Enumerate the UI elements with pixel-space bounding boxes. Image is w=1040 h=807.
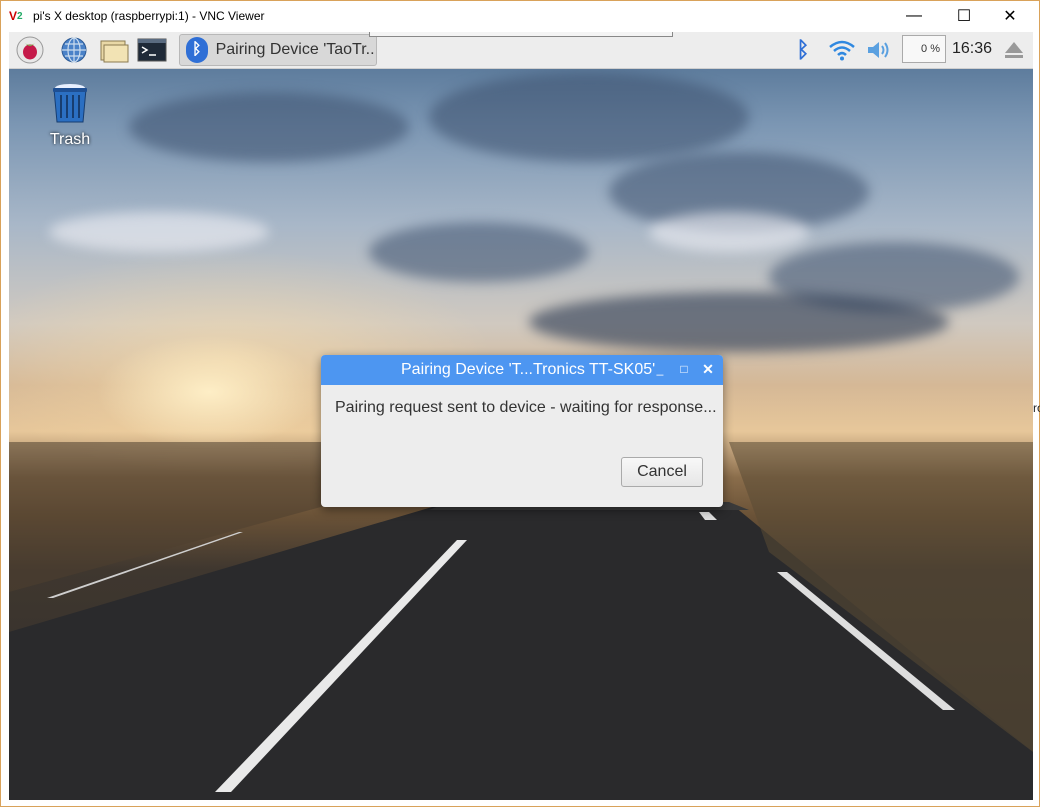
menu-popup-edge [369, 32, 673, 37]
taskbar-item-label: Pairing Device 'TaoTr... [215, 41, 376, 58]
wifi-icon[interactable] [827, 37, 857, 63]
desktop-icon-trash[interactable]: Trash [45, 80, 95, 149]
volume-icon[interactable] [864, 37, 894, 63]
dialog-minimize-button[interactable]: _ [652, 361, 668, 377]
cancel-button[interactable]: Cancel [621, 457, 703, 487]
taskbar-item-pairing-device[interactable]: ᛒ Pairing Device 'TaoTr... [179, 34, 377, 66]
dialog-message: Pairing request sent to device - waiting… [335, 399, 717, 416]
window-title: pi's X desktop (raspberrypi:1) - VNC Vie… [33, 9, 265, 23]
dialog-maximize-button[interactable]: □ [676, 361, 692, 377]
panel-taskbar: ᛒ Pairing Device 'TaoTr... ᛒ 0 % 16:36 [9, 32, 1033, 69]
file-manager-icon[interactable] [99, 35, 129, 65]
terminal-icon[interactable] [137, 35, 167, 65]
bluetooth-tray-icon[interactable]: ᛒ [791, 37, 815, 63]
eject-icon[interactable] [1002, 38, 1026, 62]
cpu-usage-monitor[interactable]: 0 % [902, 35, 946, 63]
dialog-close-button[interactable]: ✕ [700, 361, 716, 377]
web-browser-icon[interactable] [59, 35, 89, 65]
remote-desktop[interactable]: ᛒ Pairing Device 'TaoTr... ᛒ 0 % 16:36 T… [9, 32, 1033, 800]
background-window-fragment: ro [1033, 401, 1040, 415]
trash-label: Trash [49, 131, 91, 148]
trash-icon [53, 84, 87, 123]
clock[interactable]: 16:36 [952, 40, 992, 58]
close-button[interactable]: ✕ [987, 1, 1033, 31]
minimize-button[interactable]: — [891, 1, 937, 31]
vnc-app-icon: V2 [9, 9, 23, 23]
maximize-button[interactable]: ☐ [941, 1, 987, 31]
vnc-titlebar[interactable]: V2 pi's X desktop (raspberrypi:1) - VNC … [1, 1, 1039, 31]
bluetooth-icon: ᛒ [186, 37, 208, 63]
dialog-title: Pairing Device 'T...Tronics TT-SK05' [401, 361, 656, 378]
vnc-viewer-window: V2 pi's X desktop (raspberrypi:1) - VNC … [0, 0, 1040, 807]
pairing-dialog: Pairing Device 'T...Tronics TT-SK05' _ □… [321, 355, 723, 507]
dialog-titlebar[interactable]: Pairing Device 'T...Tronics TT-SK05' _ □… [321, 355, 723, 385]
raspberry-menu-icon[interactable] [15, 35, 45, 65]
